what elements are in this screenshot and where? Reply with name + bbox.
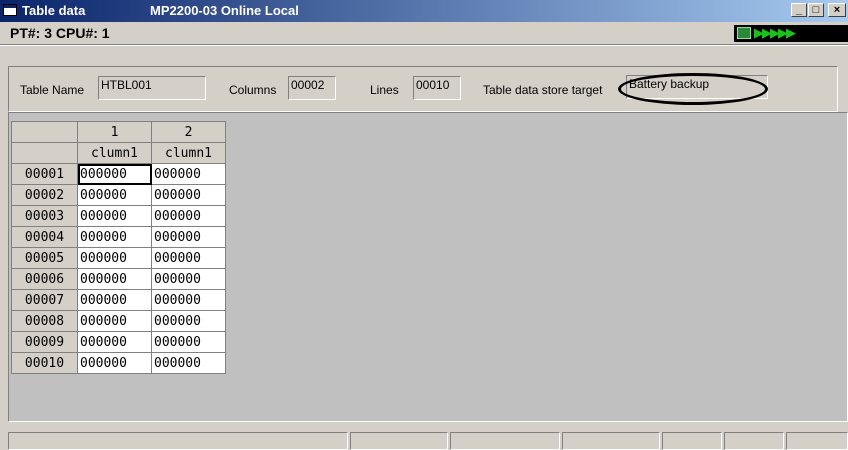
table-row: 00007 000000 000000 (11, 289, 226, 311)
row-header[interactable]: 00009 (11, 331, 78, 353)
status-pane (662, 432, 722, 450)
table-data-grid: 1 2 clumn1 clumn1 00001 000000 000000 00… (11, 121, 226, 374)
data-cell[interactable]: 000000 (77, 268, 152, 290)
close-button[interactable]: × (828, 3, 846, 17)
data-cell[interactable]: 000000 (77, 226, 152, 248)
communication-indicator: ▶▶▶▶▶ (734, 25, 848, 42)
highlight-ellipse (618, 73, 768, 105)
data-cell[interactable]: 000000 (77, 205, 152, 227)
table-name-label: Table Name (20, 83, 85, 97)
table-row: 00002 000000 000000 (11, 184, 226, 206)
data-cell[interactable]: 000000 (151, 289, 226, 311)
column-number-row: 1 2 (11, 121, 226, 143)
row-header[interactable]: 00001 (11, 163, 78, 185)
window-icon (3, 4, 17, 16)
table-row: 00009 000000 000000 (11, 331, 226, 353)
data-cell[interactable]: 000000 (77, 247, 152, 269)
column-name-header[interactable]: clumn1 (151, 142, 226, 164)
store-target-label: Table data store target (483, 83, 603, 97)
data-cell[interactable]: 000000 (151, 310, 226, 332)
column-number-header[interactable]: 2 (151, 121, 226, 143)
columns-field[interactable]: 00002 (288, 76, 336, 100)
minimize-button[interactable]: _ (791, 3, 807, 17)
data-cell[interactable]: 000000 (77, 331, 152, 353)
status-pane (724, 432, 784, 450)
data-cell[interactable]: 000000 (151, 331, 226, 353)
lines-label: Lines (370, 83, 399, 97)
row-header[interactable]: 00004 (11, 226, 78, 248)
data-cell[interactable]: 000000 (151, 163, 226, 185)
table-row: 00001 000000 000000 (11, 163, 226, 185)
column-name-header[interactable]: clumn1 (77, 142, 152, 164)
status-pane (350, 432, 448, 450)
data-cell[interactable]: 000000 (151, 268, 226, 290)
table-row: 00006 000000 000000 (11, 268, 226, 290)
data-cell[interactable]: 000000 (151, 184, 226, 206)
restore-button[interactable]: □ (808, 3, 824, 17)
row-header[interactable]: 00005 (11, 247, 78, 269)
row-header[interactable]: 00008 (11, 310, 78, 332)
pt-cpu-label: PT#: 3 CPU#: 1 (10, 25, 110, 41)
row-header[interactable]: 00010 (11, 352, 78, 374)
row-header[interactable]: 00003 (11, 205, 78, 227)
corner-cell[interactable] (11, 121, 78, 143)
row-header[interactable]: 00007 (11, 289, 78, 311)
table-row: 00004 000000 000000 (11, 226, 226, 248)
data-cell[interactable]: 000000 (151, 247, 226, 269)
table-row: 00008 000000 000000 (11, 310, 226, 332)
data-cell[interactable]: 000000 (77, 289, 152, 311)
table-row: 00005 000000 000000 (11, 247, 226, 269)
table-row: 00010 000000 000000 (11, 352, 226, 374)
corner-cell (11, 142, 78, 164)
columns-label: Columns (229, 83, 277, 97)
pt-cpu-bar: PT#: 3 CPU#: 1 ▶▶▶▶▶ (0, 24, 848, 43)
data-cell[interactable]: 000000 (151, 352, 226, 374)
status-pane (8, 432, 348, 450)
window-title: Table data (22, 3, 86, 18)
status-bar (0, 430, 848, 450)
column-number-header[interactable]: 1 (77, 121, 152, 143)
column-name-row: clumn1 clumn1 (11, 142, 226, 164)
status-pane (786, 432, 848, 450)
data-cell[interactable]: 000000 (77, 184, 152, 206)
table-row: 00003 000000 000000 (11, 205, 226, 227)
data-cell[interactable]: 000000 (151, 226, 226, 248)
status-pane (562, 432, 660, 450)
table-data-window: Table data MP2200-03 Online Local _ □ × … (0, 0, 848, 450)
data-cell[interactable]: 000000 (77, 310, 152, 332)
lines-field[interactable]: 00010 (413, 76, 461, 100)
status-pane (450, 432, 560, 450)
row-header[interactable]: 00006 (11, 268, 78, 290)
computer-icon (737, 27, 751, 39)
row-header[interactable]: 00002 (11, 184, 78, 206)
window-subtitle: MP2200-03 Online Local (150, 3, 299, 18)
data-cell[interactable]: 000000 (77, 163, 152, 185)
activity-arrows-icon: ▶▶▶▶▶ (754, 25, 796, 40)
data-cell[interactable]: 000000 (151, 205, 226, 227)
divider (0, 45, 848, 46)
table-name-field[interactable]: HTBL001 (98, 76, 206, 100)
title-bar[interactable]: Table data MP2200-03 Online Local _ □ × (0, 0, 848, 22)
data-cell[interactable]: 000000 (77, 352, 152, 374)
